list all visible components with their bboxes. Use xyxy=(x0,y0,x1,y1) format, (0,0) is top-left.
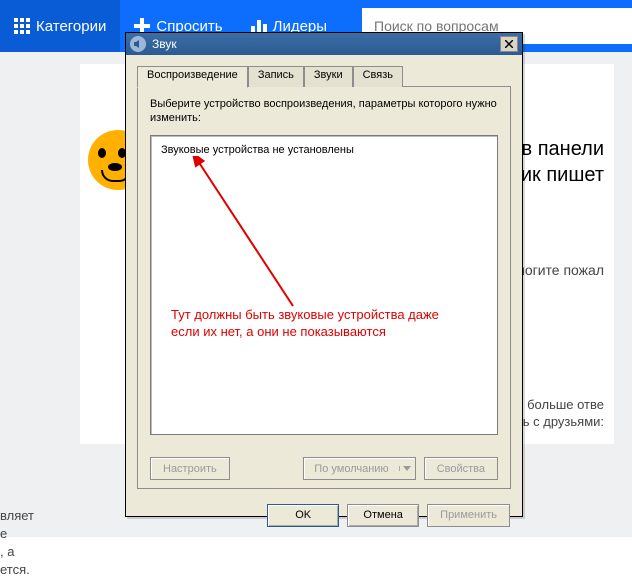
ok-button[interactable]: OK xyxy=(267,504,339,527)
more-answers-frag: ть больше отве xyxy=(511,397,604,412)
properties-button[interactable]: Свойства xyxy=(424,457,498,480)
nav-categories-label: Категории xyxy=(36,18,106,35)
chevron-down-icon[interactable] xyxy=(399,466,415,471)
dialog-tabs: Воспроизведение Запись Звуки Связь xyxy=(137,65,511,87)
configure-button[interactable]: Настроить xyxy=(150,457,230,480)
annotation-arrow xyxy=(173,156,323,316)
grid-icon xyxy=(14,18,30,34)
annotation-text: Тут должны быть звуковые устройства даже… xyxy=(171,306,471,340)
device-list[interactable]: Звуковые устройства не установлены Тут д… xyxy=(150,135,498,435)
sound-dialog: Звук Воспроизведение Запись Звуки Связь … xyxy=(125,32,523,517)
panel-button-row: Настроить По умолчанию Свойства xyxy=(150,457,498,480)
nav-categories[interactable]: Категории xyxy=(0,0,120,52)
question-title-frag2: ик пишет xyxy=(521,164,604,187)
panel-hint: Выберите устройство воспроизведения, пар… xyxy=(150,97,498,125)
set-default-label: По умолчанию xyxy=(304,463,398,475)
tab-communications[interactable]: Связь xyxy=(353,66,403,88)
dialog-button-row: OK Отмена Применить xyxy=(126,497,522,533)
tab-sounds[interactable]: Звуки xyxy=(304,66,353,88)
close-button[interactable] xyxy=(500,36,518,52)
dialog-titlebar[interactable]: Звук xyxy=(126,33,522,55)
tab-recording[interactable]: Запись xyxy=(248,66,304,88)
share-frag: сь с друзьями: xyxy=(516,414,604,429)
speaker-icon xyxy=(130,36,146,52)
tab-panel: Выберите устройство воспроизведения, пар… xyxy=(137,87,511,489)
cancel-button[interactable]: Отмена xyxy=(347,504,419,527)
apply-button[interactable]: Применить xyxy=(427,504,510,527)
tab-playback[interactable]: Воспроизведение xyxy=(137,66,248,88)
set-default-button[interactable]: По умолчанию xyxy=(303,457,415,480)
question-title-frag1: в панели xyxy=(522,138,604,161)
dialog-title: Звук xyxy=(152,37,177,51)
bottom-text-frag: вляет е , а ется. xyxy=(0,507,34,579)
device-list-message: Звуковые устройства не установлены xyxy=(161,144,354,156)
